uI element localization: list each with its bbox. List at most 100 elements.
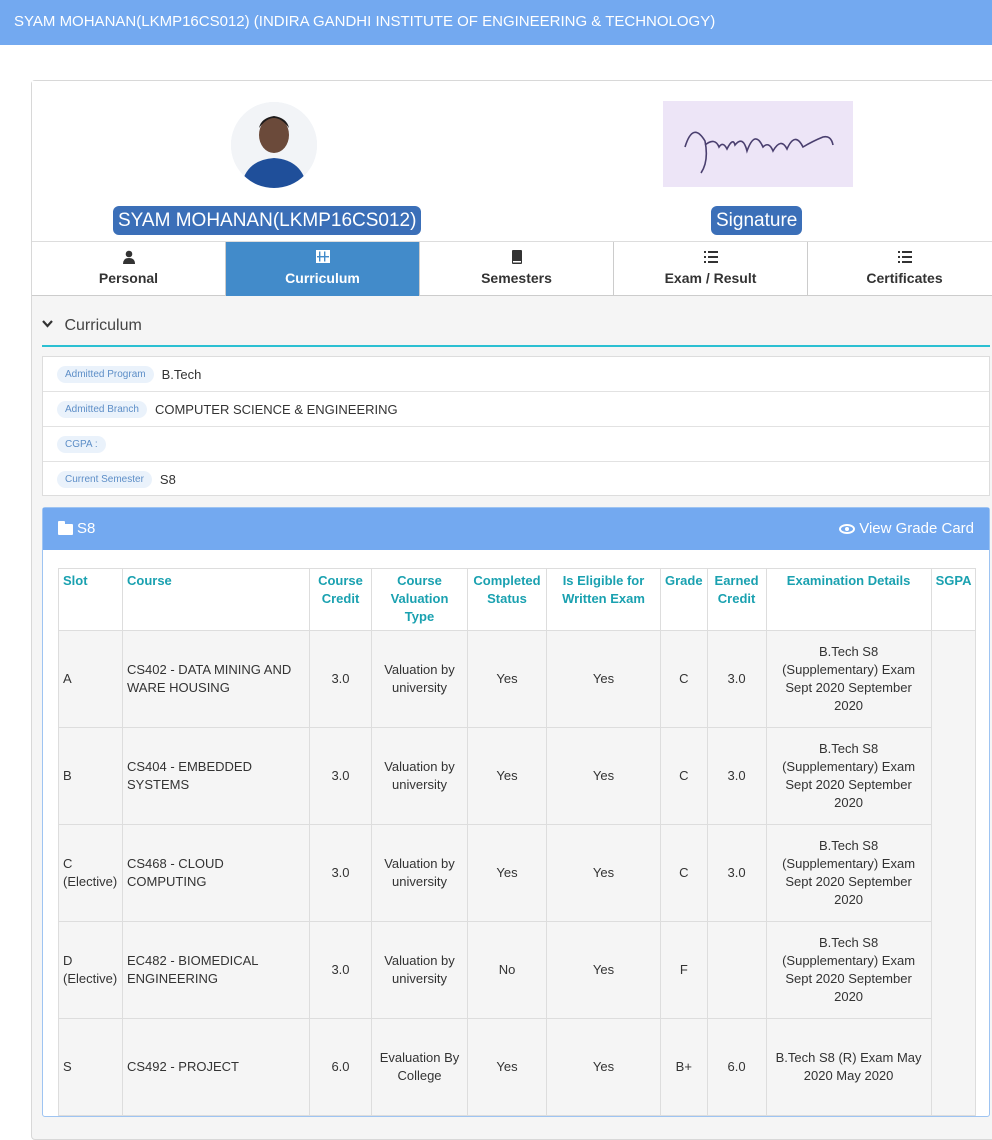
cell-grade: F xyxy=(660,921,708,1019)
page-title: SYAM MOHANAN(LKMP16CS012) (INDIRA GANDHI… xyxy=(14,13,716,30)
program-value: B.Tech xyxy=(161,366,202,382)
info-row-branch: Admitted Branch COMPUTER SCIENCE & ENGIN… xyxy=(43,392,989,427)
section-title: Curriculum xyxy=(64,317,142,334)
info-row-cgpa: CGPA : xyxy=(43,427,989,462)
col-slot: Slot xyxy=(58,568,123,631)
tab-label: Exam / Result xyxy=(664,270,757,286)
cell-credit: 3.0 xyxy=(309,630,372,728)
cell-earned: 6.0 xyxy=(706,1018,767,1116)
cell-earned: 3.0 xyxy=(706,824,767,922)
cell-credit: 3.0 xyxy=(309,921,372,1019)
col-sgpa: SGPA xyxy=(930,568,977,631)
cgpa-label: CGPA : xyxy=(57,435,106,453)
book-icon xyxy=(420,250,613,268)
profile-tabs: Personal Curriculum Semesters Exam / Res… xyxy=(32,242,992,296)
cell-exam: B.Tech S8 (Supplementary) Exam Sept 2020… xyxy=(765,824,932,922)
view-grade-card-link[interactable]: View Grade Card xyxy=(839,508,974,550)
semester-title: S8 xyxy=(77,520,96,537)
user-icon xyxy=(32,250,225,268)
student-card: SYAM MOHANAN(LKMP16CS012) Signature Pers… xyxy=(31,80,992,1140)
col-grade: Grade xyxy=(660,568,708,631)
cell-earned xyxy=(706,921,767,1019)
cell-credit: 6.0 xyxy=(309,1018,372,1116)
cell-course: CS468 - CLOUD COMPUTING xyxy=(122,824,310,922)
table-row: D (Elective) EC482 - BIOMEDICAL ENGINEER… xyxy=(58,921,976,1019)
folder-icon xyxy=(58,520,73,535)
info-row-semester: Current Semester S8 xyxy=(43,462,989,497)
table-row: S CS492 - PROJECT 6.0 Evaluation By Coll… xyxy=(58,1018,976,1116)
cell-valuation: Valuation by university xyxy=(371,824,468,922)
cell-grade: C xyxy=(660,727,708,825)
cell-grade: B+ xyxy=(660,1018,708,1116)
cell-valuation: Valuation by university xyxy=(371,921,468,1019)
student-photo xyxy=(231,102,317,188)
cell-grade: C xyxy=(660,824,708,922)
student-name-badge: SYAM MOHANAN(LKMP16CS012) xyxy=(113,206,422,235)
profile-section: SYAM MOHANAN(LKMP16CS012) Signature xyxy=(32,81,992,242)
cell-completed: Yes xyxy=(467,824,547,922)
cell-exam: B.Tech S8 (Supplementary) Exam Sept 2020… xyxy=(765,630,932,728)
table-row: C (Elective) CS468 - CLOUD COMPUTING 3.0… xyxy=(58,824,976,922)
semester-label: Current Semester xyxy=(57,471,152,488)
cell-earned: 3.0 xyxy=(706,630,767,728)
cell-valuation: Valuation by university xyxy=(371,630,468,728)
list-icon xyxy=(808,250,992,268)
page-header: SYAM MOHANAN(LKMP16CS012) (INDIRA GANDHI… xyxy=(0,0,992,45)
tab-curriculum[interactable]: Curriculum xyxy=(226,242,420,296)
eye-icon xyxy=(839,524,856,534)
tab-semesters[interactable]: Semesters xyxy=(420,242,614,296)
col-valuation-type: Course Valuation Type xyxy=(371,568,468,631)
cell-earned: 3.0 xyxy=(706,727,767,825)
cell-valuation: Evaluation By College xyxy=(371,1018,468,1116)
tab-label: Personal xyxy=(98,270,159,286)
cell-slot: S xyxy=(58,1018,123,1116)
cell-eligible: Yes xyxy=(546,921,661,1019)
branch-value: COMPUTER SCIENCE & ENGINEERING xyxy=(154,401,398,417)
cell-exam: B.Tech S8 (R) Exam May 2020 May 2020 xyxy=(765,1018,932,1116)
tab-label: Curriculum xyxy=(285,270,360,286)
cell-eligible: Yes xyxy=(546,1018,661,1116)
cell-completed: Yes xyxy=(467,1018,547,1116)
col-course: Course xyxy=(122,568,310,631)
cell-exam: B.Tech S8 (Supplementary) Exam Sept 2020… xyxy=(765,727,932,825)
course-table: Slot Course Course Credit Course Valuati… xyxy=(58,568,977,1116)
table-row: B CS404 - EMBEDDED SYSTEMS 3.0 Valuation… xyxy=(58,727,976,825)
semester-panel-header: S8 View Grade Card xyxy=(43,508,989,550)
branch-label: Admitted Branch xyxy=(57,400,147,418)
cell-slot: C (Elective) xyxy=(58,824,123,922)
list-icon xyxy=(614,250,807,268)
col-completed-status: Completed Status xyxy=(467,568,547,631)
tab-personal[interactable]: Personal xyxy=(32,242,226,296)
semester-panel: S8 View Grade Card Slot Course Course Cr… xyxy=(42,507,990,1117)
cell-slot: A xyxy=(58,630,123,728)
cell-credit: 3.0 xyxy=(309,824,372,922)
tab-exam-result[interactable]: Exam / Result xyxy=(614,242,808,296)
curriculum-section-header[interactable]: Curriculum xyxy=(42,317,990,347)
cell-course: CS492 - PROJECT xyxy=(122,1018,310,1116)
col-course-credit: Course Credit xyxy=(309,568,372,631)
cell-eligible: Yes xyxy=(546,630,661,728)
semester-value: S8 xyxy=(159,472,176,487)
cell-eligible: Yes xyxy=(546,824,661,922)
cell-eligible: Yes xyxy=(546,727,661,825)
cell-exam: B.Tech S8 (Supplementary) Exam Sept 2020… xyxy=(765,921,932,1019)
cell-completed: Yes xyxy=(467,630,547,728)
table-header-row: Slot Course Course Credit Course Valuati… xyxy=(58,568,977,631)
info-row-program: Admitted Program B.Tech xyxy=(43,357,989,392)
cell-course: EC482 - BIOMEDICAL ENGINEERING xyxy=(122,921,310,1019)
col-earned-credit: Earned Credit xyxy=(706,568,767,631)
cell-course: CS402 - DATA MINING AND WARE HOUSING xyxy=(122,630,310,728)
col-exam-details: Examination Details xyxy=(765,568,932,631)
tab-certificates[interactable]: Certificates xyxy=(808,242,992,296)
grid-icon xyxy=(226,250,419,268)
tab-label: Certificates xyxy=(866,270,943,286)
signature-image xyxy=(663,101,853,187)
cell-sgpa xyxy=(930,630,977,1116)
table-row: A CS402 - DATA MINING AND WARE HOUSING 3… xyxy=(58,630,977,1116)
signature-badge: Signature xyxy=(711,206,803,235)
program-label: Admitted Program xyxy=(57,365,154,383)
cell-slot: D (Elective) xyxy=(58,921,123,1019)
cell-grade: C xyxy=(660,630,708,728)
view-grade-card-label: View Grade Card xyxy=(859,520,974,537)
cell-slot: B xyxy=(58,727,123,825)
